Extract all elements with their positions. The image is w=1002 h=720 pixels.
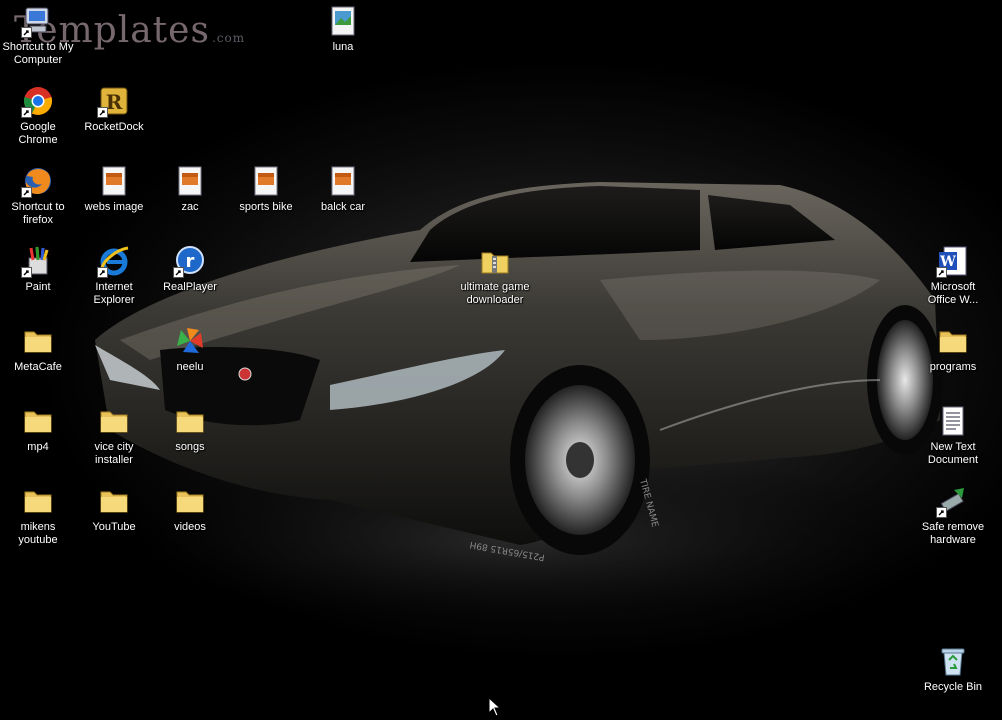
icon-label: videos <box>174 521 206 533</box>
icon-label: RocketDock <box>84 121 144 133</box>
icon-label: Google Chrome <box>18 121 58 146</box>
zip-folder-icon <box>481 252 509 274</box>
icon-label: Paint <box>25 281 51 293</box>
image-file-icon <box>254 166 278 196</box>
folder-icon <box>939 331 967 353</box>
desktop-icon-zac[interactable]: zac <box>152 164 228 214</box>
desktop-icon-luna[interactable]: luna <box>305 4 381 54</box>
folder-icon <box>176 491 204 513</box>
folder-icon <box>176 411 204 433</box>
text-document-icon <box>942 406 964 436</box>
desktop-icon-internet-explorer[interactable]: Internet Explorer <box>76 244 152 307</box>
icon-label: sports bike <box>239 201 293 213</box>
desktop-icon-sports-bike[interactable]: sports bike <box>228 164 304 214</box>
desktop[interactable]: TIRE NAME P215/65R15 89H Templates .com S… <box>0 0 1002 720</box>
shortcut-arrow-icon <box>21 27 32 38</box>
shortcut-arrow-icon <box>97 107 108 118</box>
desktop-icon-recycle-bin[interactable]: Recycle Bin <box>915 644 991 694</box>
icon-label: RealPlayer <box>163 281 217 293</box>
shortcut-arrow-icon <box>21 107 32 118</box>
folder-icon <box>24 411 52 433</box>
desktop-icon-balck-car[interactable]: balck car <box>305 164 381 214</box>
icon-label: ultimate game downloader <box>460 281 530 306</box>
icon-label: MetaCafe <box>14 361 62 373</box>
icon-label: vice city installer <box>94 441 134 466</box>
shortcut-arrow-icon <box>936 507 947 518</box>
desktop-icon-ultimate-game-downloader[interactable]: ultimate game downloader <box>457 244 533 307</box>
folder-icon <box>24 331 52 353</box>
desktop-icon-mikens-youtube[interactable]: mikens youtube <box>0 484 76 547</box>
shortcut-arrow-icon <box>936 267 947 278</box>
svg-text:r: r <box>186 251 195 272</box>
icon-label: New Text Document <box>927 441 979 466</box>
desktop-icon-firefox[interactable]: Shortcut to firefox <box>0 164 76 227</box>
shortcut-arrow-icon <box>21 267 32 278</box>
desktop-icon-songs[interactable]: songs <box>152 404 228 454</box>
icon-label: mikens youtube <box>18 521 58 546</box>
icon-label: neelu <box>176 361 204 373</box>
icon-label: Internet Explorer <box>93 281 135 306</box>
icon-label: Microsoft Office W... <box>927 281 979 306</box>
desktop-icon-new-text-document[interactable]: New Text Document <box>915 404 991 467</box>
icon-label: luna <box>332 41 354 53</box>
desktop-icon-vice-city-installer[interactable]: vice city installer <box>76 404 152 467</box>
msn-icon <box>177 328 203 353</box>
svg-text:R: R <box>106 90 123 114</box>
icon-label: Shortcut to My Computer <box>2 41 74 66</box>
folder-icon <box>24 491 52 513</box>
recycle-bin-icon <box>941 648 965 676</box>
desktop-icon-neelu[interactable]: neelu <box>152 324 228 374</box>
shortcut-arrow-icon <box>173 267 184 278</box>
desktop-icon-paint[interactable]: Paint <box>0 244 76 294</box>
icon-label: mp4 <box>27 441 49 453</box>
desktop-icon-realplayer[interactable]: r RealPlayer <box>152 244 228 294</box>
mouse-cursor-icon <box>488 697 502 717</box>
desktop-icon-google-chrome[interactable]: Google Chrome <box>0 84 76 147</box>
icon-label: programs <box>929 361 977 373</box>
desktop-icon-webs-image[interactable]: webs image <box>76 164 152 214</box>
icon-label: Safe remove hardware <box>921 521 985 546</box>
folder-icon <box>100 491 128 513</box>
desktop-icon-my-computer[interactable]: Shortcut to My Computer <box>0 4 76 67</box>
shortcut-arrow-icon <box>97 267 108 278</box>
desktop-icon-safe-remove-hardware[interactable]: Safe remove hardware <box>915 484 991 547</box>
image-file-icon <box>331 6 355 36</box>
desktop-icon-mp4[interactable]: mp4 <box>0 404 76 454</box>
desktop-icon-microsoft-office-word[interactable]: W Microsoft Office W... <box>915 244 991 307</box>
desktop-icon-programs[interactable]: programs <box>915 324 991 374</box>
icon-label: songs <box>175 441 205 453</box>
desktop-icon-videos[interactable]: videos <box>152 484 228 534</box>
shortcut-arrow-icon <box>21 187 32 198</box>
desktop-icon-metacafe[interactable]: MetaCafe <box>0 324 76 374</box>
desktop-icon-rocketdock[interactable]: R RocketDock <box>76 84 152 134</box>
image-file-icon <box>178 166 202 196</box>
image-file-icon <box>331 166 355 196</box>
icon-label: zac <box>181 201 199 213</box>
icon-label: Shortcut to firefox <box>11 201 65 226</box>
icon-label: Recycle Bin <box>923 681 983 693</box>
icon-label: webs image <box>84 201 144 213</box>
icon-label: balck car <box>320 201 366 213</box>
folder-icon <box>100 411 128 433</box>
image-file-icon <box>102 166 126 196</box>
desktop-icon-youtube[interactable]: YouTube <box>76 484 152 534</box>
icon-label: YouTube <box>92 521 136 533</box>
